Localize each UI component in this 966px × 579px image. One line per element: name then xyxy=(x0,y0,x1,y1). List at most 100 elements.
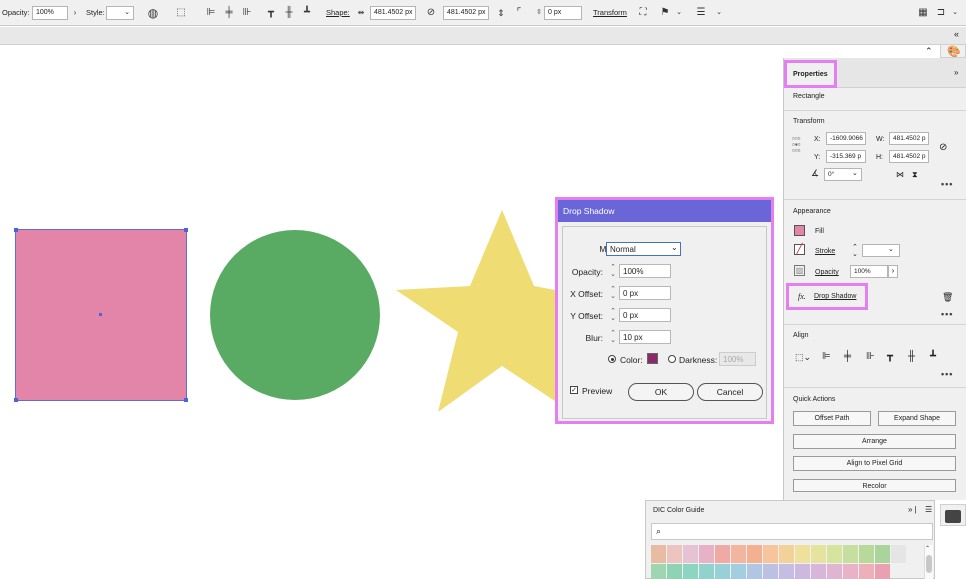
color-swatch[interactable] xyxy=(651,545,666,563)
shape-label[interactable]: Shape: xyxy=(326,8,350,17)
fill-swatch[interactable] xyxy=(794,225,805,236)
selection-handle[interactable] xyxy=(184,228,188,232)
offset-path-button[interactable]: Offset Path xyxy=(793,411,871,426)
color-swatch[interactable] xyxy=(763,545,778,563)
selection-handle[interactable] xyxy=(14,398,18,402)
align-bottom-icon[interactable]: ┻ xyxy=(930,351,936,362)
color-swatch[interactable] xyxy=(795,564,810,579)
color-swatch[interactable] xyxy=(715,564,730,579)
drop-shadow-effect[interactable]: fx. Drop Shadow xyxy=(786,283,868,310)
arrange-documents-icon[interactable]: ▦ xyxy=(916,6,930,20)
chevron-up-icon[interactable]: ⌃ xyxy=(925,545,930,552)
align-top-icon[interactable]: ┳ xyxy=(264,6,278,20)
color-swatch[interactable] xyxy=(667,545,682,563)
color-swatch[interactable] xyxy=(731,545,746,563)
opacity-label[interactable]: Opacity xyxy=(815,269,839,276)
recolor-icon[interactable]: ◍ xyxy=(146,6,160,20)
align-pixel-grid-button[interactable]: Align to Pixel Grid xyxy=(793,456,956,471)
color-swatch[interactable] xyxy=(795,545,810,563)
shape-width-input[interactable]: 481.4502 px xyxy=(370,6,416,20)
chevron-up-icon[interactable]: ⌃ xyxy=(925,46,933,57)
more-options-icon[interactable]: ••• xyxy=(941,309,953,319)
opacity-input[interactable]: 100% xyxy=(32,6,68,20)
opacity-input[interactable]: 100% xyxy=(850,265,888,278)
color-swatch[interactable] xyxy=(875,564,890,579)
x-offset-input[interactable]: 0 px xyxy=(619,286,671,300)
stroke-weight-input[interactable] xyxy=(862,244,900,257)
scrollbar-thumb[interactable] xyxy=(926,555,932,573)
color-swatch[interactable] xyxy=(891,545,906,563)
ok-button[interactable]: OK xyxy=(628,383,694,401)
rectangle-shape[interactable] xyxy=(14,228,188,402)
h-input[interactable]: 481.4502 p xyxy=(889,150,929,163)
arrange-button[interactable]: Arrange xyxy=(793,434,956,449)
x-input[interactable]: -1609.9066 xyxy=(826,132,866,145)
flip-horizontal-icon[interactable]: ⋈ xyxy=(896,170,904,179)
color-swatch[interactable] xyxy=(811,545,826,563)
palette-icon[interactable]: 🎨 xyxy=(947,45,961,58)
color-swatch[interactable] xyxy=(779,545,794,563)
blur-stepper[interactable]: ⌃ ⌄ xyxy=(609,330,617,344)
constrain-proportions-icon[interactable]: ⊘ xyxy=(424,6,438,20)
color-swatch[interactable] xyxy=(763,564,778,579)
color-swatch[interactable] xyxy=(843,545,858,563)
scrollbar[interactable]: ⌃ xyxy=(924,545,933,579)
chevron-down-icon[interactable]: ⌄ xyxy=(948,6,962,20)
constrain-proportions-icon[interactable]: ⊘ xyxy=(939,142,947,153)
align-to-icon[interactable]: ⬚⌄ xyxy=(795,352,811,363)
color-swatch[interactable] xyxy=(827,545,842,563)
distribute-icon[interactable]: ☰ xyxy=(694,6,708,20)
selection-handle[interactable] xyxy=(184,398,188,402)
expand-panel-icon[interactable]: » xyxy=(954,68,958,77)
stroke-stepper[interactable]: ⌃ ⌄ xyxy=(852,244,858,258)
w-input[interactable]: 481.4502 p xyxy=(889,132,929,145)
properties-tab[interactable]: Properties xyxy=(784,60,837,88)
x-offset-stepper[interactable]: ⌃ ⌄ xyxy=(609,286,617,300)
shadow-color-swatch[interactable] xyxy=(647,353,658,364)
chevron-down-icon[interactable]: ⌄ xyxy=(672,6,686,20)
workspace-icon[interactable]: ⊐ xyxy=(934,6,948,20)
corner-radius-input[interactable]: 0 px xyxy=(544,6,582,20)
circle-shape[interactable] xyxy=(210,230,380,400)
more-options-icon[interactable]: ••• xyxy=(941,179,953,189)
shape-height-input[interactable]: 481.4502 px xyxy=(443,6,489,20)
chevron-right-icon[interactable]: › xyxy=(888,265,898,278)
align-center-icon[interactable]: ╪ xyxy=(222,6,236,20)
color-swatch[interactable] xyxy=(699,545,714,563)
collapse-panels-icon[interactable]: « xyxy=(954,29,959,39)
darkness-radio[interactable] xyxy=(668,355,676,363)
align-right-icon[interactable]: ⊪ xyxy=(866,351,875,362)
color-radio[interactable] xyxy=(608,355,616,363)
color-swatch[interactable] xyxy=(859,545,874,563)
preview-checkbox[interactable]: ✓ xyxy=(570,386,578,394)
align-left-icon[interactable]: ⊫ xyxy=(204,6,218,20)
color-swatch[interactable] xyxy=(875,545,890,563)
color-swatch[interactable] xyxy=(699,564,714,579)
color-swatch[interactable] xyxy=(827,564,842,579)
align-middle-icon[interactable]: ╫ xyxy=(908,351,915,362)
align-left-icon[interactable]: ⊫ xyxy=(822,351,831,362)
more-options-icon[interactable]: ••• xyxy=(941,369,953,379)
align-bottom-icon[interactable]: ┻ xyxy=(300,6,314,20)
color-swatch[interactable] xyxy=(683,545,698,563)
align-right-icon[interactable]: ⊪ xyxy=(240,6,254,20)
darkness-input[interactable]: 100% xyxy=(719,352,756,366)
stroke-none-icon[interactable]: ╱ xyxy=(794,244,805,255)
recolor-button[interactable]: Recolor xyxy=(793,479,956,492)
color-swatch[interactable] xyxy=(683,564,698,579)
chevron-down-icon[interactable]: ⌄ xyxy=(712,6,726,20)
blur-input[interactable]: 10 px xyxy=(619,330,671,344)
expand-shape-button[interactable]: Expand Shape xyxy=(878,411,956,426)
panel-menu-icon[interactable]: ☰ xyxy=(925,505,932,514)
trash-icon[interactable]: 🗑 xyxy=(942,292,953,303)
color-swatch[interactable] xyxy=(843,564,858,579)
color-swatch[interactable] xyxy=(747,545,762,563)
align-options-icon[interactable]: ⚑ xyxy=(658,6,672,20)
align-top-icon[interactable]: ┳ xyxy=(887,351,893,362)
flip-vertical-icon[interactable]: ⧗ xyxy=(912,170,918,180)
color-swatch[interactable] xyxy=(779,564,794,579)
color-swatch[interactable] xyxy=(715,545,730,563)
y-input[interactable]: -315.369 p xyxy=(826,150,866,163)
drop-shadow-label[interactable]: Drop Shadow xyxy=(814,293,856,300)
align-to-icon[interactable]: ⬚ xyxy=(174,6,188,20)
